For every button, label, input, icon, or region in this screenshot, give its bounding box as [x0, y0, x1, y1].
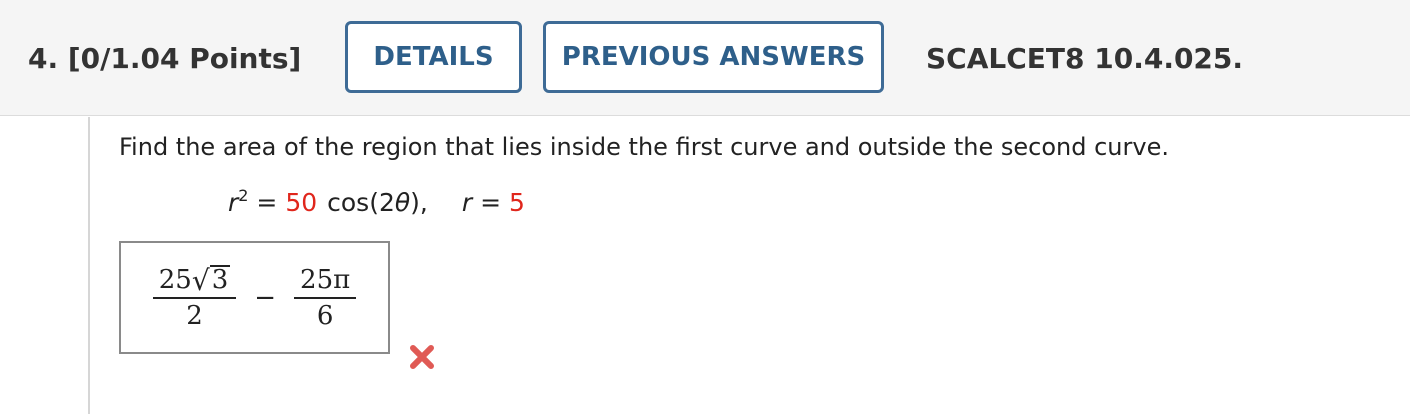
eq1-equals: =: [248, 188, 286, 217]
eq2-value: 5: [508, 188, 525, 217]
eq1-function: cos(2: [327, 188, 395, 217]
radicand: 3: [209, 265, 231, 296]
answer-fraction-1: 25 √ 3 2: [152, 263, 237, 331]
eq1-coefficient: 50: [285, 188, 318, 217]
question-number-points: 4. [0/1.04 Points]: [28, 42, 302, 75]
answer-input-box[interactable]: 25 √ 3 2 − 25π 6: [119, 241, 390, 354]
fraction-1-coefficient: 25: [158, 264, 192, 295]
fraction-1-numerator: 25 √ 3: [152, 263, 237, 299]
problem-prompt: Find the area of the region that lies in…: [119, 133, 1169, 161]
answer-fraction-2: 25π 6: [294, 265, 357, 331]
minus-operator: −: [254, 282, 277, 313]
eq2-variable: r: [461, 188, 473, 217]
eq1-close: ),: [410, 188, 428, 217]
question-code: SCALCET8 10.4.025.: [926, 42, 1244, 75]
fraction-2-denominator: 6: [316, 300, 334, 331]
curve-equations: r2 = 50 cos(2 θ), r = 5: [228, 186, 525, 217]
details-button[interactable]: DETAILS: [345, 21, 522, 93]
eq2-equals: =: [472, 188, 509, 217]
fraction-1-denominator: 2: [186, 300, 203, 331]
incorrect-x-icon: [410, 345, 434, 369]
question-left-rule: [88, 117, 90, 414]
radical-sign: √: [191, 263, 210, 297]
eq1-variable: r: [228, 188, 239, 217]
eq1-theta: θ: [394, 188, 411, 217]
fraction-2-numerator: 25π: [294, 265, 357, 299]
square-root: √ 3: [191, 263, 231, 297]
previous-answers-button[interactable]: PREVIOUS ANSWERS: [543, 21, 884, 93]
eq1-exponent: 2: [238, 186, 249, 205]
question-header: 4. [0/1.04 Points] DETAILS PREVIOUS ANSW…: [0, 0, 1410, 116]
